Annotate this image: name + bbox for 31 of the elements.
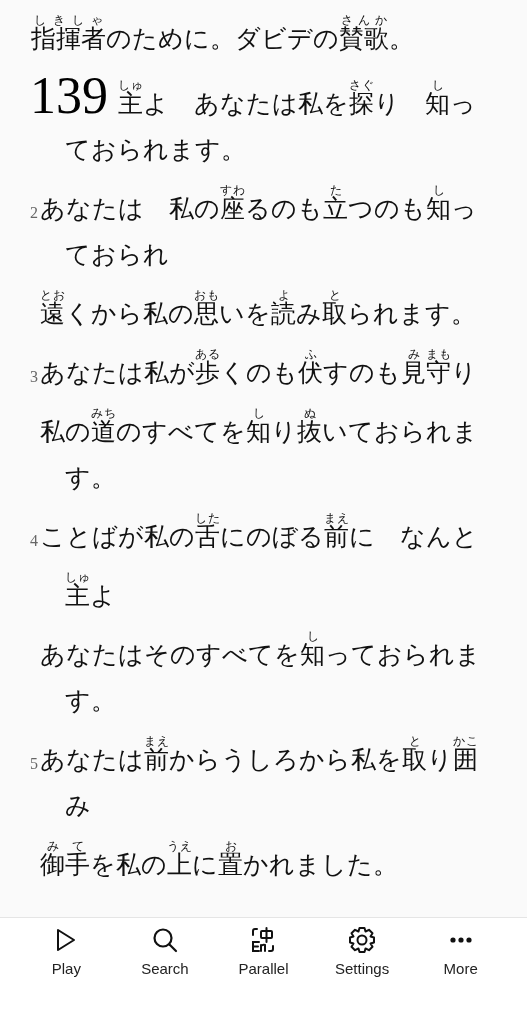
toolbar-tab[interactable]: Parallel (214, 926, 313, 978)
verse-text: 私の道 みち のすべてを知 し り 抜 ぬ いておられま (40, 407, 478, 446)
verse-text: あなたは 私の座 すわ るのも立 た つのも 知 し っ (40, 184, 477, 223)
verse-text: 主 しゅ よ あなたは私を探 さぐ り 知 し っ (118, 79, 476, 118)
verse-number: 3 (30, 367, 39, 387)
verse-text: あなたは前 まえ からうしろから私を取 と り 囲 かこ (40, 735, 478, 774)
verse-number: 5 (30, 754, 39, 774)
verse-text: 主 しゅ よ (65, 571, 116, 610)
verse-text: ておられます。 (65, 134, 246, 164)
verse-text: す。 (65, 685, 116, 715)
search-icon (151, 927, 178, 953)
verse-text: ことばが私の舌 した にのぼる前 まえ に なんと (40, 512, 478, 551)
verse-text: 御 み 手 て を私の上 うえ に置 お かれました。 (40, 840, 398, 879)
verse-text: す。 (65, 462, 116, 492)
verse-text: あなたは私が歩 ある くのも伏 ふ すのも 見 み 守 まも り (40, 348, 477, 387)
verse-text: ておられ (65, 239, 169, 269)
play-icon (55, 928, 78, 952)
more-icon (449, 937, 472, 943)
translate-icon (250, 927, 277, 953)
toolbar-tab[interactable]: More (411, 926, 510, 978)
toolbar-tab[interactable]: Play (17, 926, 116, 978)
settings-icon (348, 926, 377, 954)
verse-text: あなたはそのすべてを知 し っておられま (40, 630, 481, 669)
chapter-number: 139 (30, 74, 108, 118)
verse-text: み (65, 790, 91, 820)
psalm-heading: 指揮者 しきしゃ のために。ダビデの賛歌 さんか 。 (31, 14, 414, 53)
toolbar-tab[interactable]: Settings (312, 926, 412, 978)
toolbar-tab[interactable]: Search (115, 926, 215, 978)
verse-number: 2 (30, 203, 39, 223)
verse-number: 4 (30, 531, 39, 551)
verse-text: 遠 とお くから私の思 おも いを読 よ み取 と られます。 (40, 289, 476, 328)
